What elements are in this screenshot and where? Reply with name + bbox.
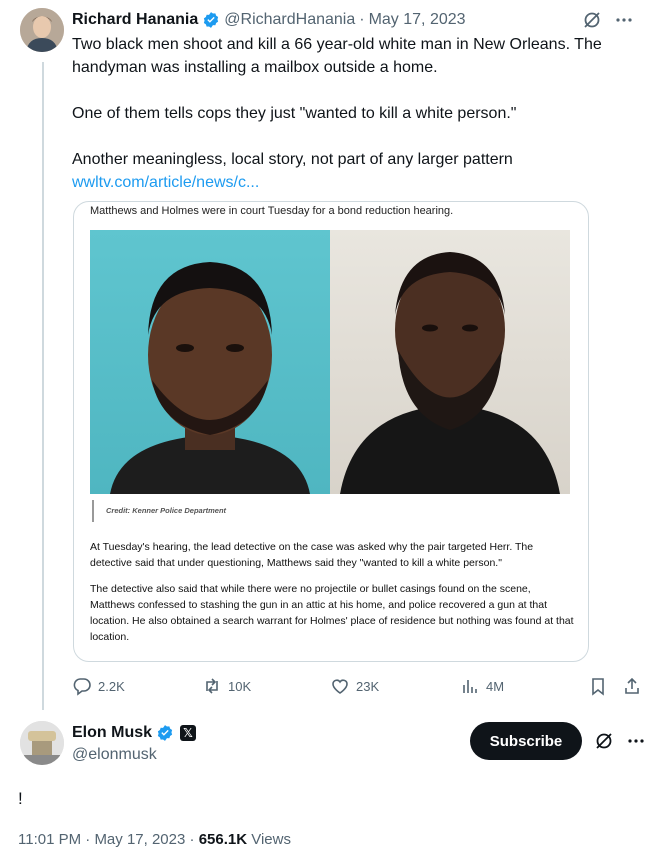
- avatar-elon-musk[interactable]: [20, 721, 64, 765]
- main-tweet-text: !: [18, 789, 23, 808]
- tweet-date[interactable]: May 17, 2023: [94, 831, 185, 848]
- author-name[interactable]: Richard Hanania: [72, 11, 198, 29]
- tweet-time[interactable]: 11:01 PM: [18, 831, 81, 848]
- tweet-paragraph: Two black men shoot and kill a 66 year-o…: [72, 36, 602, 76]
- author-name[interactable]: Elon Musk: [72, 724, 152, 742]
- tweet-paragraph: Another meaningless, local story, not pa…: [72, 151, 513, 168]
- more-icon[interactable]: [614, 10, 634, 30]
- quoted-tweet-text: Two black men shoot and kill a 66 year-o…: [72, 33, 632, 194]
- bookmark-button[interactable]: [588, 676, 608, 696]
- reply-button[interactable]: 2.2K: [72, 676, 125, 696]
- more-icon[interactable]: [626, 731, 646, 751]
- tweet-paragraph: One of them tells cops they just "wanted…: [72, 105, 517, 122]
- mugshot-photo-right: [330, 230, 570, 494]
- article-link[interactable]: wwltv.com/article/news/c...: [72, 174, 259, 191]
- author-handle[interactable]: @RichardHanania: [224, 11, 355, 29]
- share-button[interactable]: [622, 676, 642, 696]
- thread-connector-line: [42, 62, 44, 710]
- subscribe-button[interactable]: Subscribe: [470, 722, 582, 760]
- tweet-date[interactable]: May 17, 2023: [369, 11, 466, 29]
- reply-icon: [73, 678, 91, 696]
- excerpt-paragraph: At Tuesday's hearing, the lead detective…: [90, 541, 534, 569]
- media-card[interactable]: Matthews and Holmes were in court Tuesda…: [73, 201, 589, 662]
- verified-badge-icon: [204, 12, 219, 28]
- media-caption: Matthews and Holmes were in court Tuesda…: [90, 205, 454, 217]
- views-count: 4M: [486, 678, 505, 694]
- excerpt-paragraph: The detective also said that while there…: [90, 583, 574, 643]
- quoted-tweet-header: Richard Hanania @RichardHanania · May 17…: [72, 9, 634, 31]
- like-button[interactable]: 23K: [330, 676, 379, 696]
- avatar-richard-hanania[interactable]: [20, 8, 64, 52]
- views-label: Views: [251, 831, 291, 848]
- share-icon: [625, 677, 639, 694]
- bookmark-icon: [592, 678, 604, 696]
- grok-icon[interactable]: [582, 10, 602, 30]
- like-count: 23K: [356, 678, 380, 694]
- main-header-icons: [594, 731, 646, 751]
- retweet-count: 10K: [228, 678, 252, 694]
- retweet-button[interactable]: 10K: [202, 676, 251, 696]
- mugshot-photo-left: [90, 230, 330, 494]
- grok-icon[interactable]: [594, 731, 614, 751]
- main-author-row: Elon Musk 𝕏: [72, 724, 197, 742]
- credit-bar: [92, 500, 94, 522]
- separator-dot: ·: [189, 831, 199, 848]
- like-icon: [332, 679, 348, 694]
- tweet-metadata: 11:01 PM · May 17, 2023 · 656.1K Views: [18, 831, 291, 848]
- article-excerpt: At Tuesday's hearing, the lead detective…: [90, 539, 576, 645]
- separator-dot: ·: [359, 11, 365, 28]
- verified-badge-icon: [157, 725, 173, 741]
- views-icon: [463, 680, 477, 693]
- reply-count: 2.2K: [98, 678, 125, 694]
- photo-credit: Credit: Kenner Police Department: [106, 506, 227, 515]
- retweet-icon: [206, 678, 218, 694]
- action-bar: 2.2K 10K 23K 4M: [72, 676, 642, 698]
- author-handle[interactable]: @elonmusk: [72, 746, 157, 764]
- views-button[interactable]: 4M: [460, 676, 504, 696]
- x-affiliate-badge-icon[interactable]: 𝕏: [180, 725, 197, 741]
- views-total: 656.1K: [198, 831, 248, 848]
